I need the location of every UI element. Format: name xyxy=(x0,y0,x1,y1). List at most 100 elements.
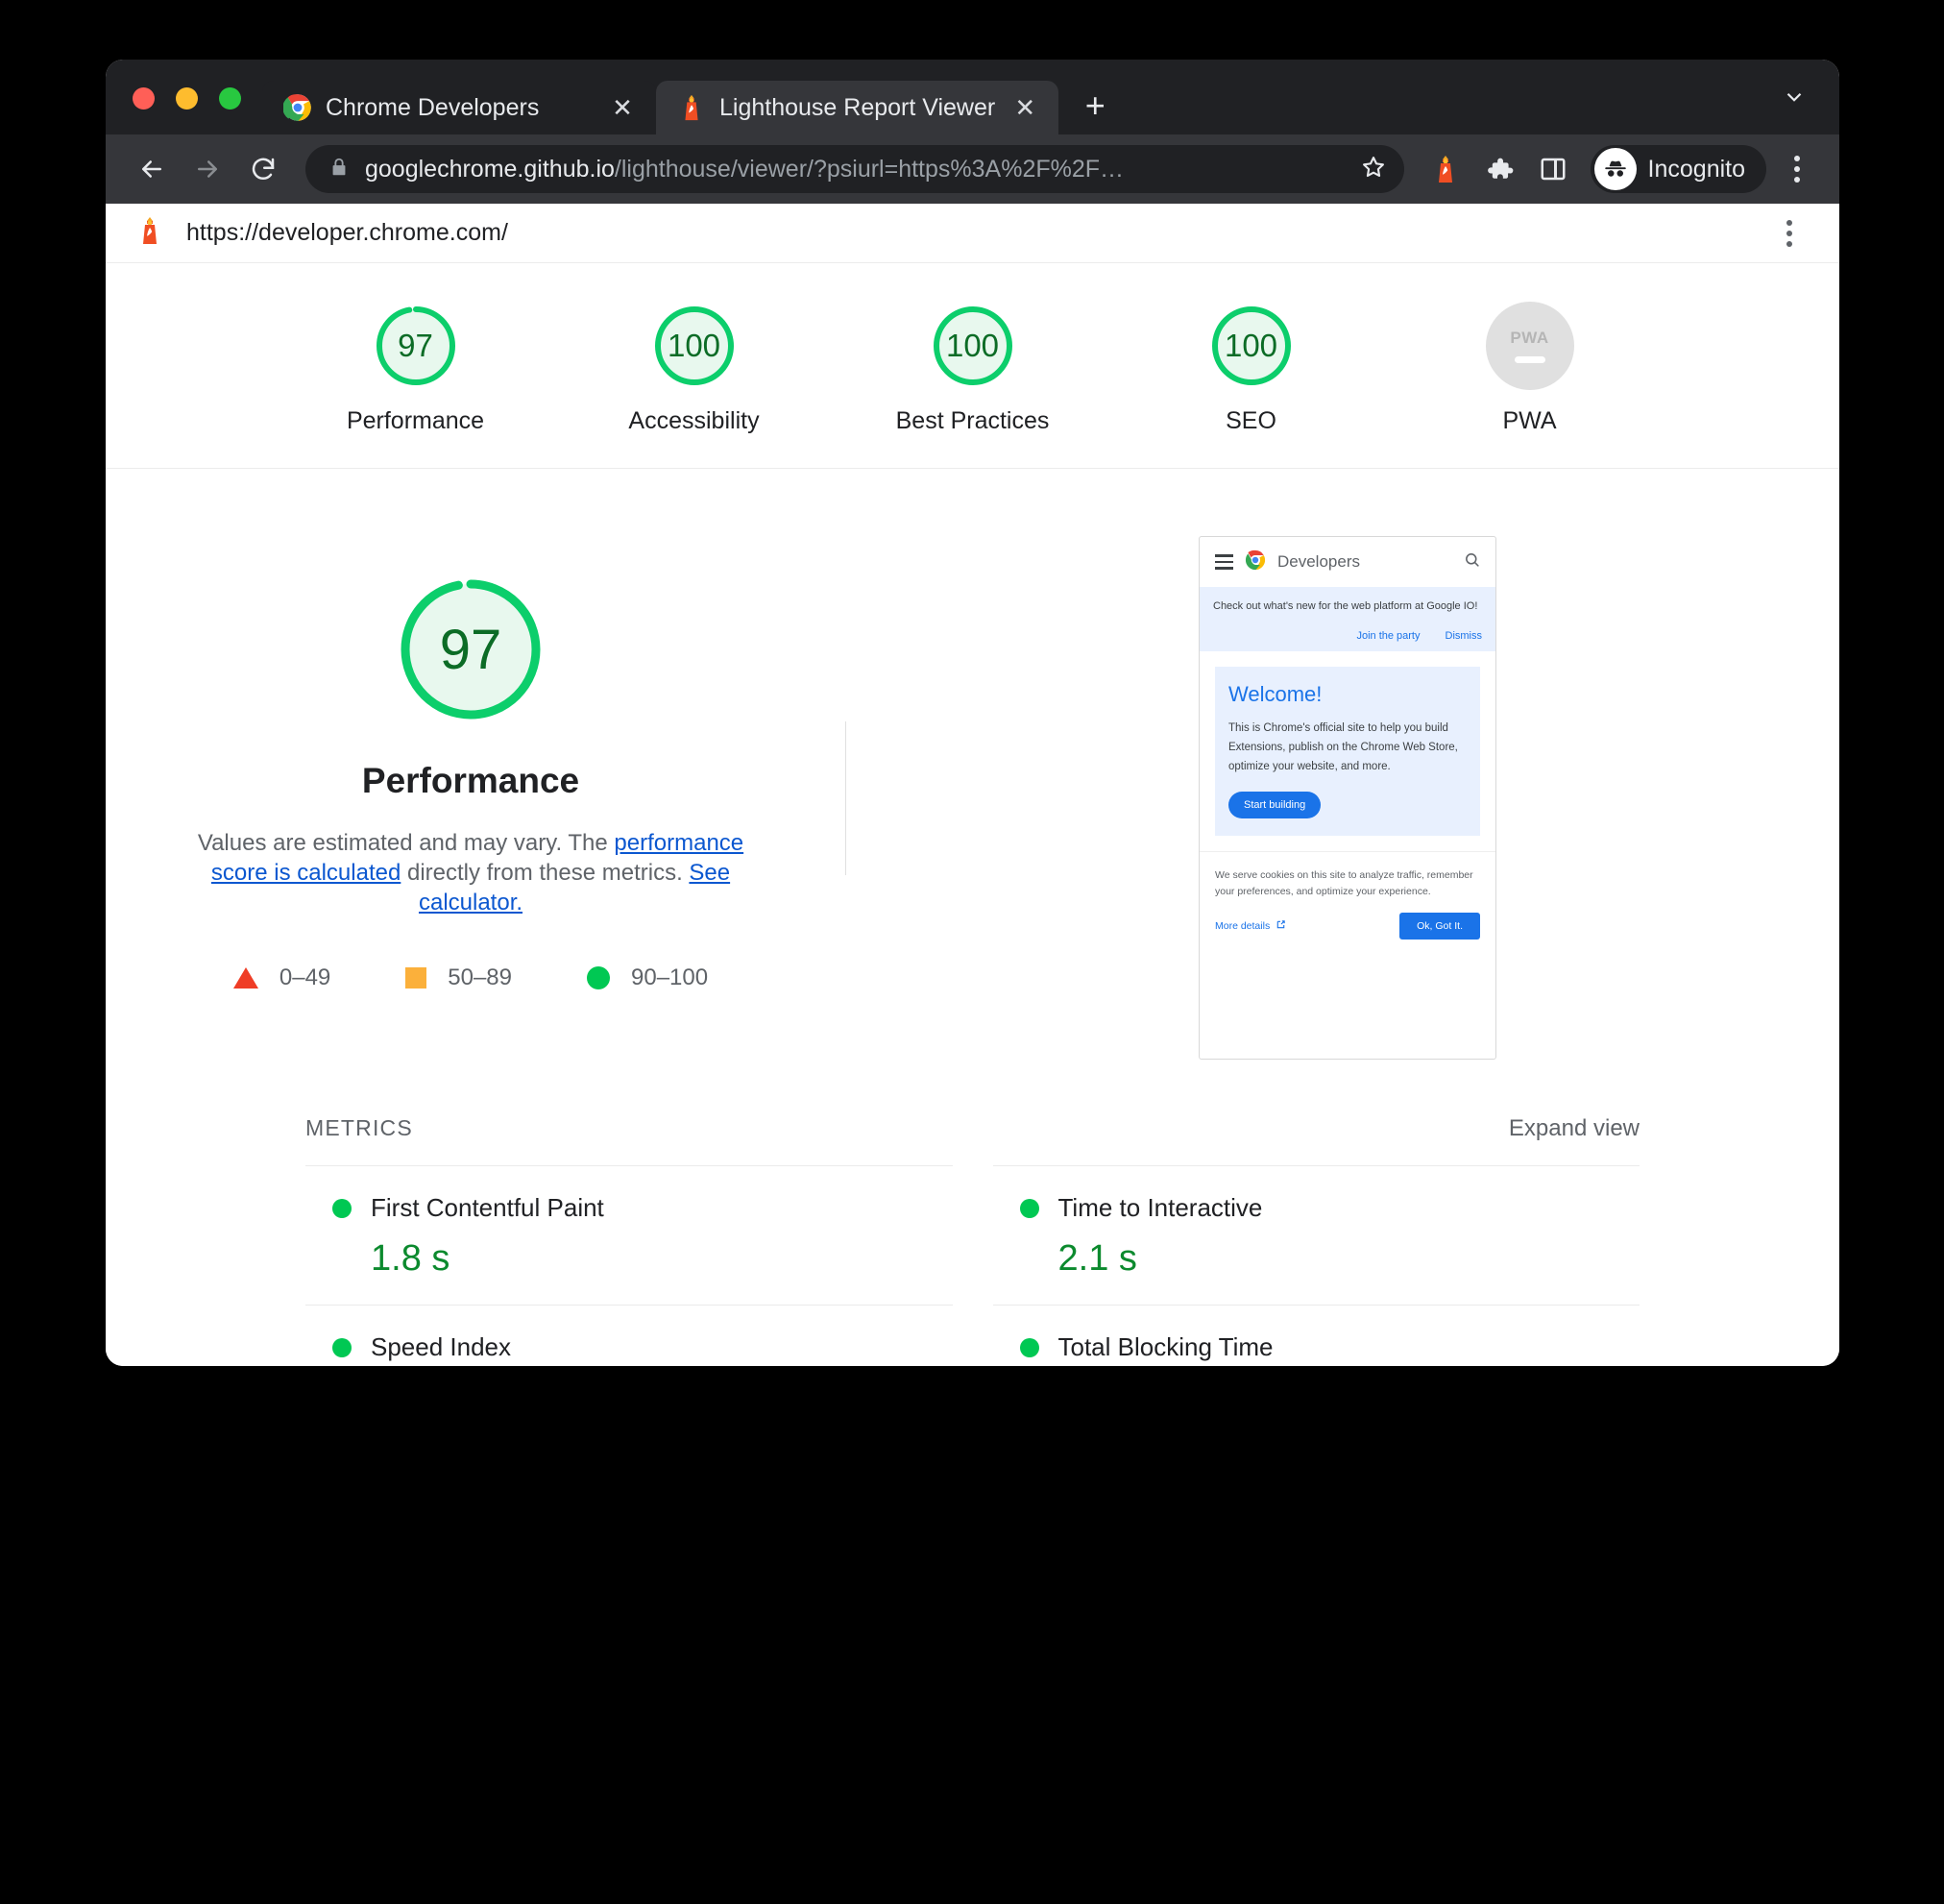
gauge-label: Performance xyxy=(346,407,485,434)
desc-part-1: Values are estimated and may vary. The xyxy=(197,830,615,856)
gauge-accessibility[interactable]: 100 Accessibility xyxy=(608,302,781,435)
metric-label: Speed Index xyxy=(371,1332,512,1361)
final-screenshot-wrap: Developers Check out what's new for the … xyxy=(856,536,1839,1060)
welcome-heading: Welcome! xyxy=(1228,681,1323,706)
tab-chrome-developers[interactable]: Chrome Developers ✕ xyxy=(262,81,656,134)
lighthouse-topbar: https://developer.chrome.com/ xyxy=(106,204,1839,263)
metric-item[interactable]: Speed Index 2.0 s xyxy=(305,1305,953,1366)
triangle-icon xyxy=(232,966,258,989)
category-hero: 97 Performance Values are estimated and … xyxy=(106,469,1839,1060)
forward-button[interactable] xyxy=(182,144,232,194)
gauge-pwa[interactable]: PWA PWA xyxy=(1444,302,1616,435)
tab-lighthouse-report-viewer[interactable]: Lighthouse Report Viewer ✕ xyxy=(656,81,1059,134)
lighthouse-extension-icon[interactable] xyxy=(1422,145,1470,193)
chevron-down-icon[interactable] xyxy=(1782,60,1839,134)
gauge-label: SEO xyxy=(1226,407,1276,434)
close-tab-button[interactable]: ✕ xyxy=(1008,91,1041,124)
page-title: Performance xyxy=(361,761,580,800)
close-tab-button[interactable]: ✕ xyxy=(606,91,639,124)
reload-button[interactable] xyxy=(238,144,288,194)
gauge-seo[interactable]: 100 SEO xyxy=(1165,302,1338,435)
back-button[interactable] xyxy=(127,144,177,194)
metrics-grid: First Contentful Paint 1.8 s Speed Index… xyxy=(305,1165,1640,1366)
metrics-column-left: First Contentful Paint 1.8 s Speed Index… xyxy=(305,1165,953,1366)
screenshot-brand: Developers xyxy=(1277,552,1360,571)
metric-value: 2.1 s xyxy=(1057,1238,1137,1279)
minimize-window-button[interactable] xyxy=(176,87,198,110)
performance-summary: 97 Performance Values are estimated and … xyxy=(106,536,836,1060)
lighthouse-icon xyxy=(134,215,165,251)
metric-item[interactable]: Time to Interactive 2.1 s xyxy=(992,1165,1640,1305)
cookie-accept-button: Ok, Got It. xyxy=(1399,912,1480,940)
more-details-link: More details xyxy=(1215,919,1286,933)
kebab-menu-icon[interactable] xyxy=(1776,145,1818,193)
gauge-ring: 100 xyxy=(1207,302,1296,390)
expand-view-button[interactable]: Expand view xyxy=(1509,1115,1640,1142)
square-icon xyxy=(405,966,427,989)
gauge-score: 100 xyxy=(945,328,1000,363)
screenshot-navbar: Developers xyxy=(1200,537,1495,587)
search-icon xyxy=(1464,551,1480,573)
gauge-best-practices[interactable]: 100 Best Practices xyxy=(887,302,1059,435)
gauge-ring: 97 xyxy=(372,302,460,390)
performance-gauge: 97 xyxy=(394,573,547,726)
gauge-performance[interactable]: 97 Performance xyxy=(329,302,502,435)
score-legend: 0–49 50–89 90–100 xyxy=(232,964,709,991)
url-host: googlechrome.github.io xyxy=(365,155,615,183)
metrics-header-row: METRICS Expand view xyxy=(305,1115,1640,1142)
chrome-icon xyxy=(1245,549,1266,575)
metric-item[interactable]: First Contentful Paint 1.8 s xyxy=(305,1165,953,1305)
profile-incognito-button[interactable]: Incognito xyxy=(1590,145,1766,193)
final-screenshot: Developers Check out what's new for the … xyxy=(1199,536,1496,1060)
cookie-actions: More details Ok, Got It. xyxy=(1215,912,1480,940)
legend-item-average: 50–89 xyxy=(405,964,512,991)
audited-url: https://developer.chrome.com/ xyxy=(186,219,508,246)
metrics-section: METRICS Expand view First Contentful Pai… xyxy=(106,1115,1839,1366)
profile-label: Incognito xyxy=(1647,155,1745,183)
metrics-column-right: Time to Interactive 2.1 s Total Blocking… xyxy=(992,1165,1640,1366)
new-tab-button[interactable]: + xyxy=(1072,83,1118,129)
screenshot-welcome-card: Welcome! This is Chrome's official site … xyxy=(1215,666,1480,837)
side-panel-icon[interactable] xyxy=(1529,145,1577,193)
category-gauges: 97 Performance 100 Accessibility 100 Bes… xyxy=(106,263,1839,469)
status-circle-icon xyxy=(332,1198,352,1218)
status-circle-icon xyxy=(1019,1198,1039,1218)
metric-name-row: First Contentful Paint xyxy=(332,1193,953,1223)
desc-part-2: directly from these metrics. xyxy=(401,860,690,887)
report-menu-icon[interactable] xyxy=(1768,209,1810,257)
gauge-label: Best Practices xyxy=(895,407,1050,434)
gauge-pwa-dash xyxy=(1514,356,1545,363)
tab-title: Lighthouse Report Viewer xyxy=(719,93,996,121)
chrome-icon xyxy=(282,93,312,122)
star-icon[interactable] xyxy=(1360,154,1387,185)
start-building-button: Start building xyxy=(1228,792,1322,819)
url-path: /lighthouse/viewer/?psiurl=https%3A%2F%2… xyxy=(614,155,1125,183)
category-description: Values are estimated and may vary. The p… xyxy=(171,828,771,918)
address-bar[interactable]: googlechrome.github.io/lighthouse/viewer… xyxy=(305,145,1404,193)
url-text: googlechrome.github.io/lighthouse/viewer… xyxy=(365,156,1345,183)
metric-label: Time to Interactive xyxy=(1057,1193,1263,1222)
extensions-puzzle-icon[interactable] xyxy=(1475,145,1523,193)
gauge-label: Accessibility xyxy=(628,407,760,434)
screenshot-announcement-banner: Check out what's new for the web platfor… xyxy=(1200,587,1495,651)
metric-label: First Contentful Paint xyxy=(371,1193,604,1222)
metric-item[interactable]: Total Blocking Time 30 ms xyxy=(992,1305,1640,1366)
legend-range: 90–100 xyxy=(631,964,709,990)
metrics-heading: METRICS xyxy=(305,1115,413,1140)
lock-icon xyxy=(328,157,350,183)
gauge-ring: 100 xyxy=(650,302,739,390)
vertical-divider xyxy=(845,720,846,875)
close-window-button[interactable] xyxy=(133,87,155,110)
screenshot-cookie-notice: We serve cookies on this site to analyze… xyxy=(1200,851,1495,940)
browser-window: Chrome Developers ✕ Lighthouse Report Vi… xyxy=(106,60,1839,1366)
more-details-label: More details xyxy=(1215,919,1271,932)
banner-actions: Join the party Dismiss xyxy=(1213,630,1482,642)
window-controls[interactable] xyxy=(106,87,262,134)
legend-range: 0–49 xyxy=(279,964,331,990)
metric-label: Total Blocking Time xyxy=(1057,1332,1274,1361)
maximize-window-button[interactable] xyxy=(219,87,241,110)
browser-toolbar: googlechrome.github.io/lighthouse/viewer… xyxy=(106,134,1839,204)
gauge-label: PWA xyxy=(1502,407,1557,434)
legend-item-fail: 0–49 xyxy=(232,964,331,991)
gauge-score: 97 xyxy=(398,328,433,363)
